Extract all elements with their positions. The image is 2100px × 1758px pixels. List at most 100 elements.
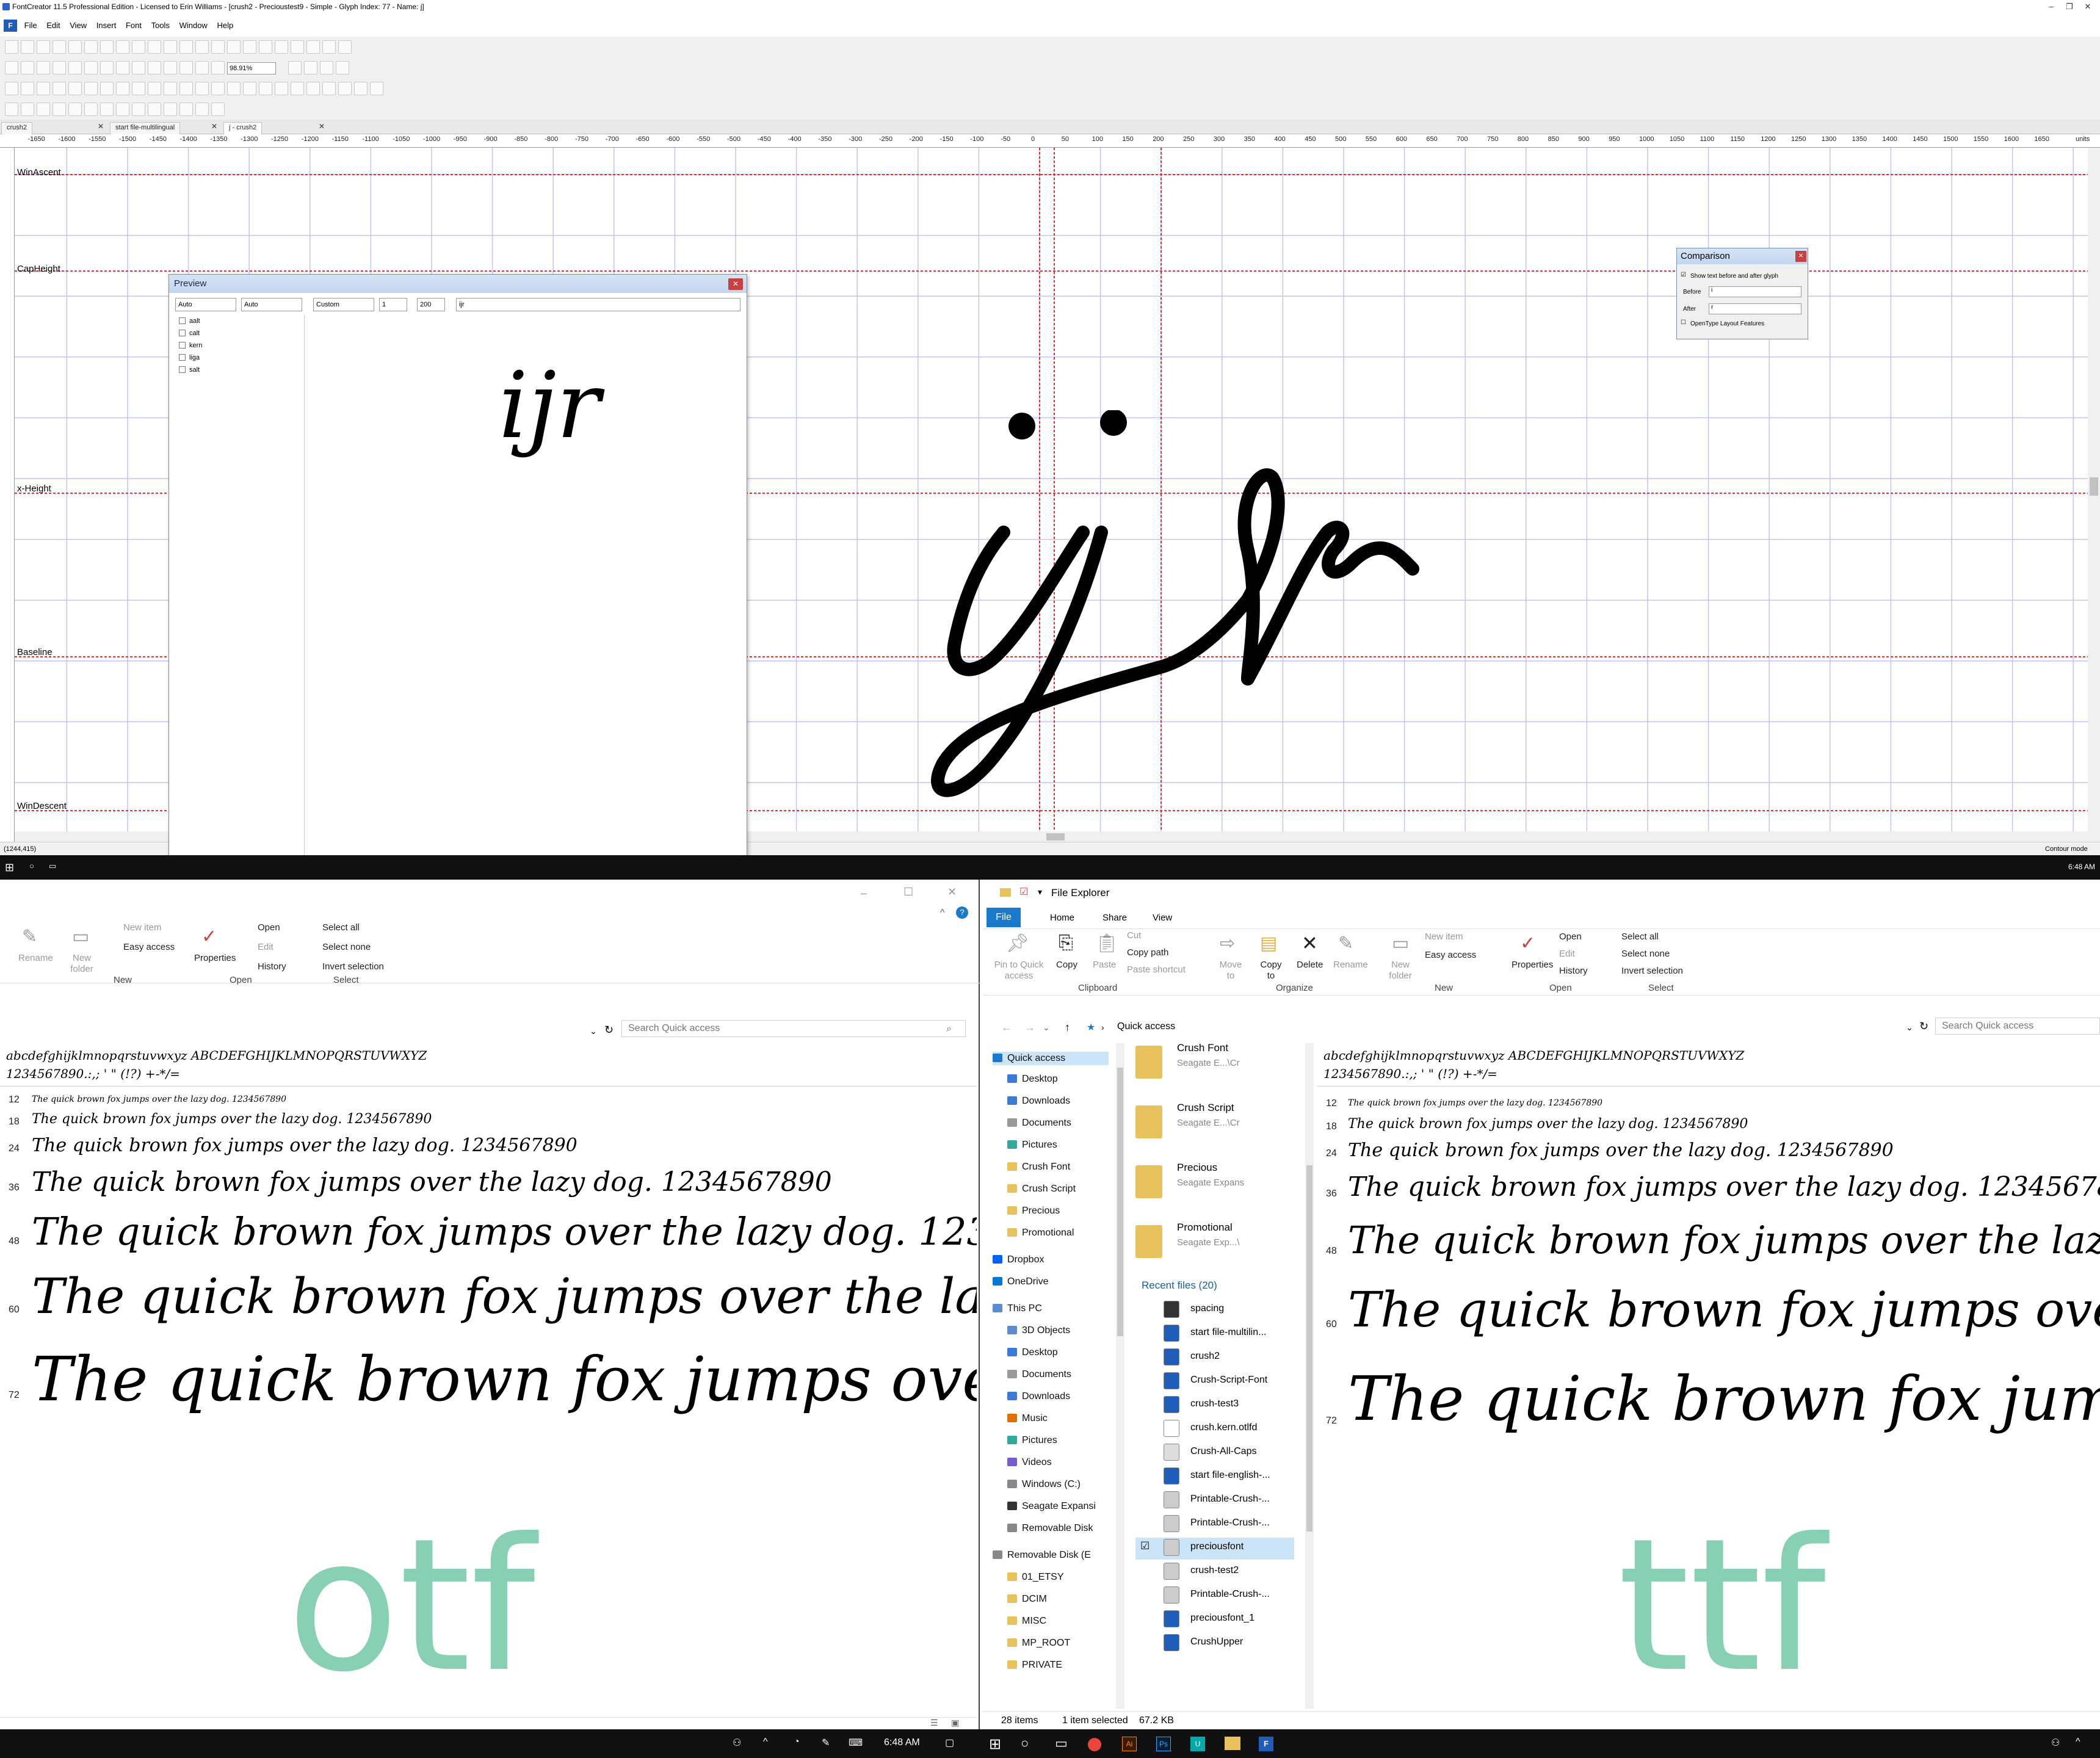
address-bar[interactable]: Quick access (1117, 1018, 1667, 1036)
close-button[interactable]: ✕ (947, 886, 957, 899)
folder-name[interactable]: Promotional (1177, 1221, 1233, 1234)
copy-button[interactable]: Copy (1056, 960, 1077, 970)
easy-access-button[interactable]: Easy access (123, 942, 175, 952)
toolbar-button[interactable] (195, 61, 209, 74)
preview-text-input[interactable]: ijr (456, 298, 740, 311)
pin-to-quick-access-button[interactable]: Pin to Quick access (991, 960, 1046, 982)
select-all-button[interactable]: Select all (322, 922, 360, 933)
toolbar-button[interactable] (84, 103, 98, 116)
properties-button[interactable]: Properties (1512, 960, 1553, 970)
toolbar-button[interactable] (336, 61, 349, 74)
toolbar-button[interactable] (37, 40, 50, 54)
large-icons-view-icon[interactable]: ▣ (951, 1718, 959, 1728)
toolbar-button[interactable] (100, 82, 114, 95)
size-mode-select[interactable]: Custom (313, 298, 374, 311)
toolbar-button[interactable] (211, 40, 225, 54)
toolbar-button[interactable] (132, 40, 145, 54)
recent-file-item[interactable]: preciousfont_1 (1190, 1613, 1255, 1624)
toolbar-button[interactable] (5, 40, 18, 54)
nav-item[interactable]: Desktop (1007, 1074, 1058, 1085)
select-all-button[interactable]: Select all (1621, 931, 1659, 942)
nav-item[interactable]: Removable Disk (1007, 1523, 1093, 1534)
selection-checkbox[interactable]: ☑ (1140, 1540, 1150, 1552)
nav-item[interactable]: Music (1007, 1413, 1048, 1424)
nav-item[interactable]: 01_ETSY (1007, 1572, 1063, 1583)
scroll-thumb[interactable] (1306, 1165, 1312, 1532)
menu-window[interactable]: Window (179, 21, 208, 30)
toolbar-button[interactable] (116, 82, 129, 95)
task-view-icon[interactable]: ▭ (1055, 1735, 1068, 1751)
toolbar-button[interactable] (116, 40, 129, 54)
close-icon[interactable]: ✕ (1795, 251, 1806, 262)
toolbar-button[interactable] (148, 61, 161, 74)
recent-file-item[interactable]: crush-test3 (1190, 1398, 1239, 1409)
new-item-button[interactable]: New item (1425, 931, 1463, 942)
toolbar-button[interactable] (68, 103, 82, 116)
recent-file-item[interactable]: start file-english-... (1190, 1470, 1270, 1481)
toolbar-button[interactable] (243, 40, 256, 54)
task-view-icon[interactable]: ▭ (49, 861, 56, 871)
quick-toolbar-icon[interactable]: ▾ (1038, 887, 1042, 897)
toolbar-button[interactable] (211, 61, 225, 74)
toolbar-button[interactable] (68, 61, 82, 74)
nav-item[interactable]: Videos (1007, 1457, 1052, 1468)
tab-home[interactable]: Home (1050, 913, 1074, 923)
toolbar-button[interactable] (304, 61, 317, 74)
invert-selection-button[interactable]: Invert selection (1621, 966, 1683, 976)
toolbar-button[interactable] (259, 40, 272, 54)
show-text-checkbox[interactable]: ☑ (1681, 272, 1686, 278)
feature-calt[interactable]: calt (179, 330, 200, 337)
back-icon[interactable]: ← (1001, 1021, 1012, 1034)
feature-salt[interactable]: salt (179, 366, 200, 374)
nav-item[interactable]: 3D Objects (1007, 1325, 1070, 1336)
toolbar-button[interactable] (195, 40, 209, 54)
after-input[interactable]: r (1709, 303, 1801, 314)
toolbar-button[interactable] (21, 103, 34, 116)
rename-button[interactable]: Rename (18, 953, 53, 963)
tray-chevron-icon[interactable]: ^ (763, 1737, 768, 1748)
toolbar-button[interactable] (306, 40, 320, 54)
photoshop-icon[interactable]: Ps (1156, 1737, 1171, 1751)
close-tab-icon[interactable]: ✕ (319, 122, 325, 131)
edit-button[interactable]: Edit (1559, 949, 1575, 959)
toolbar-button[interactable] (179, 40, 193, 54)
copy-icon[interactable]: ⎘ (1059, 933, 1073, 953)
keyboard-icon[interactable]: ⌨ (849, 1737, 863, 1749)
copy-path-button[interactable]: Copy path (1127, 947, 1168, 958)
toolbar-button[interactable] (288, 61, 302, 74)
rename-icon[interactable]: ✎ (22, 926, 37, 947)
toolbar-button[interactable] (116, 103, 129, 116)
start-icon[interactable]: ⊞ (5, 861, 14, 874)
nav-item[interactable]: PRIVATE (1007, 1660, 1062, 1671)
toolbar-button[interactable] (5, 82, 18, 95)
illustrator-icon[interactable]: Ai (1122, 1737, 1137, 1751)
glyph-outline-ijr[interactable] (906, 410, 1455, 813)
feature-aalt[interactable]: aalt (179, 317, 200, 325)
nav-item[interactable]: Seagate Expansi (1007, 1501, 1096, 1512)
nav-item[interactable]: Documents (1007, 1369, 1071, 1380)
toolbar-button[interactable] (275, 40, 288, 54)
recent-dropdown-icon[interactable]: ⌄ (1043, 1022, 1050, 1033)
before-input[interactable]: i (1709, 286, 1801, 297)
toolbar-button[interactable] (370, 82, 383, 95)
toolbar-button[interactable] (116, 61, 129, 74)
new-folder-icon[interactable]: ▭ (1392, 933, 1409, 954)
recent-file-item[interactable]: Printable-Crush-... (1190, 1589, 1270, 1600)
toolbar-button[interactable] (148, 40, 161, 54)
move-to-button[interactable]: Move to (1218, 960, 1243, 982)
toolbar-button[interactable] (320, 61, 333, 74)
properties-quick-icon[interactable]: ☑ (1019, 886, 1028, 898)
nav-item[interactable]: Removable Disk (E (993, 1550, 1091, 1561)
new-folder-button[interactable]: New folder (1388, 960, 1413, 982)
properties-button[interactable]: Properties (194, 953, 236, 963)
toolbar-button[interactable] (164, 61, 177, 74)
toolbar-button[interactable] (243, 82, 256, 95)
toolbar-button[interactable] (5, 61, 18, 74)
address-dropdown-icon[interactable]: ⌄ (1906, 1022, 1913, 1033)
scroll-thumb[interactable] (1046, 833, 1065, 841)
delete-icon[interactable]: ✕ (1302, 931, 1318, 955)
nav-item[interactable]: Precious (1007, 1206, 1060, 1217)
toolbar-button[interactable] (148, 82, 161, 95)
new-item-button[interactable]: New item (123, 922, 162, 933)
toolbar-button[interactable] (148, 103, 161, 116)
